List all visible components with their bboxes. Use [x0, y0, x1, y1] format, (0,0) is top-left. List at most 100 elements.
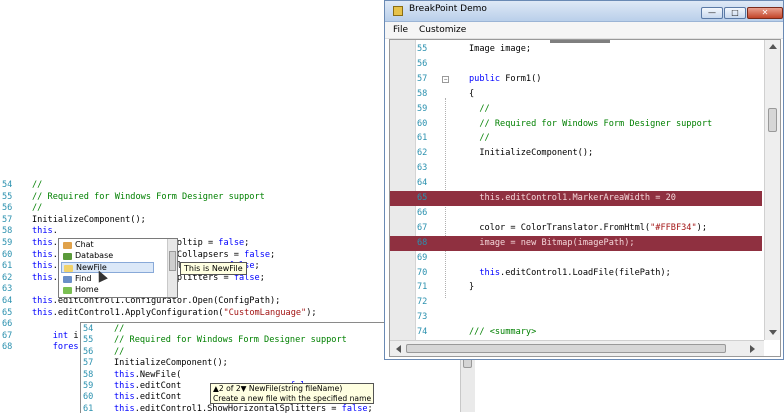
menu-file[interactable]: File [393, 25, 408, 35]
line-number: 59 [417, 102, 439, 117]
code-token: "#FFBF34" [650, 223, 697, 233]
line-number: 55 [83, 335, 103, 346]
completion-item-icon [63, 253, 72, 260]
code-token: this [114, 370, 135, 380]
line-number: 68 [2, 342, 22, 354]
code-token: { [469, 89, 474, 99]
code-line[interactable]: 55Image image; [390, 42, 762, 57]
code-token: this [469, 193, 500, 203]
code-line[interactable]: 59 // [390, 102, 762, 117]
vertical-scroll-thumb[interactable] [768, 108, 777, 132]
completion-scroll-thumb[interactable] [169, 251, 176, 271]
code-line[interactable]: 74/// <summary> [390, 325, 762, 340]
line-number: 58 [2, 226, 22, 238]
line-number: 60 [83, 392, 103, 403]
completion-item[interactable]: Database [61, 251, 168, 262]
scroll-down-arrow-icon[interactable] [769, 330, 777, 335]
code-line[interactable]: 60 // Required for Windows Form Designer… [390, 117, 762, 132]
line-number: 55 [2, 192, 22, 204]
completion-item-label: Find [75, 274, 91, 283]
line-number: 69 [417, 251, 439, 266]
close-button[interactable]: ✕ [747, 7, 783, 19]
code-token: false [218, 238, 244, 248]
code-token: // Required for Windows Form Designer su… [469, 119, 712, 129]
code-token: public [469, 74, 505, 84]
breakpoint-demo-window: BreakPoint Demo — □ ✕ File Customize 55I… [384, 0, 784, 360]
code-text: // [32, 203, 42, 215]
method-description: Create a new file with the specified nam… [213, 394, 371, 403]
code-text: // [469, 102, 490, 117]
completion-item[interactable]: Home [61, 285, 168, 296]
completion-item-icon [63, 242, 72, 249]
line-number: 66 [417, 206, 439, 221]
completion-item-label: Home [75, 285, 99, 294]
code-text: { [469, 87, 474, 102]
completion-item-icon [64, 265, 73, 272]
scroll-right-arrow-icon[interactable] [750, 345, 755, 353]
code-token: this [32, 226, 53, 236]
scroll-up-arrow-icon[interactable] [769, 44, 777, 49]
code-line[interactable]: 67 color = ColorTranslator.FromHtml("#FF… [390, 221, 762, 236]
code-text: int i [32, 331, 79, 343]
code-token: // Required for Windows Form Designer su… [114, 335, 347, 345]
completion-item[interactable]: NewFile [61, 262, 154, 273]
code-token: ; [244, 238, 249, 248]
code-line[interactable]: 72 [390, 295, 762, 310]
line-number: 64 [2, 296, 22, 308]
code-line[interactable]: 73 [390, 310, 762, 325]
code-token: this [32, 296, 53, 306]
code-text: this.editControl1.LoadFile(filePath); [469, 266, 671, 281]
code-indent [32, 331, 53, 341]
scroll-left-arrow-icon[interactable] [396, 345, 401, 353]
code-line[interactable]: 66 [390, 206, 762, 221]
line-number: 68 [417, 236, 439, 251]
demo-code-editor[interactable]: 55Image image;5657public Form1()58{59 //… [389, 39, 781, 357]
breakpoint-code-line[interactable]: 65 this.editControl1.MarkerAreaWidth = 2… [390, 191, 762, 206]
code-line[interactable]: 61 // [390, 131, 762, 146]
line-number: 67 [2, 331, 22, 343]
method-signature: NewFile(string fileName) [249, 384, 342, 393]
line-number: 60 [2, 250, 22, 262]
code-token: this [32, 250, 53, 260]
code-line[interactable]: 58 { [390, 87, 762, 102]
overload-counter[interactable]: ▲2 of 2▼ [213, 384, 247, 393]
breakpoint-code-line[interactable]: 68 image = new Bitmap(imagePath); [390, 236, 762, 251]
horizontal-scrollbar[interactable] [390, 340, 764, 357]
line-number: 74 [417, 325, 439, 340]
completion-item[interactable]: Chat [61, 240, 168, 251]
line-number: 63 [2, 284, 22, 296]
code-token: // [114, 324, 124, 334]
line-number: 58 [417, 87, 439, 102]
code-line[interactable]: 69 [390, 251, 762, 266]
code-text: this.NewFile( [114, 370, 181, 381]
minimize-button[interactable]: — [701, 7, 723, 19]
vertical-scrollbar[interactable] [764, 40, 781, 340]
code-token: Image image; [469, 44, 531, 54]
line-number: 56 [417, 57, 439, 72]
completion-item[interactable]: Find [61, 274, 168, 285]
menu-customize[interactable]: Customize [419, 25, 466, 35]
code-line[interactable]: 70 this.editControl1.LoadFile(filePath); [390, 266, 762, 281]
title-bar[interactable]: BreakPoint Demo — □ ✕ [385, 1, 783, 22]
code-line[interactable]: 56 [390, 57, 762, 72]
code-token: color = ColorTranslator.FromHtml( [469, 223, 650, 233]
app-icon [393, 6, 403, 16]
code-token: // [469, 104, 490, 114]
line-number: 57 [83, 358, 103, 369]
code-text: color = ColorTranslator.FromHtml("#FFBF3… [469, 221, 707, 236]
code-token: Form1() [505, 74, 541, 84]
horizontal-scroll-thumb[interactable] [406, 344, 726, 353]
maximize-button[interactable]: □ [724, 7, 746, 19]
code-line[interactable]: 62 InitializeComponent(); [390, 146, 762, 161]
fold-toggle-icon[interactable]: − [442, 76, 449, 83]
code-token: this [32, 261, 53, 271]
code-token: // Required for Windows Form Designer su… [32, 192, 265, 202]
code-line[interactable]: 71} [390, 280, 762, 295]
code-line[interactable]: 63 [390, 161, 762, 176]
completion-tooltip: This is NewFile [180, 262, 247, 275]
completion-list[interactable]: ChatDatabaseNewFileFind Home [58, 238, 178, 298]
code-line[interactable]: 64 [390, 176, 762, 191]
code-token: ; [255, 261, 260, 271]
code-token: // [32, 203, 42, 213]
completion-scrollbar[interactable] [167, 239, 177, 297]
